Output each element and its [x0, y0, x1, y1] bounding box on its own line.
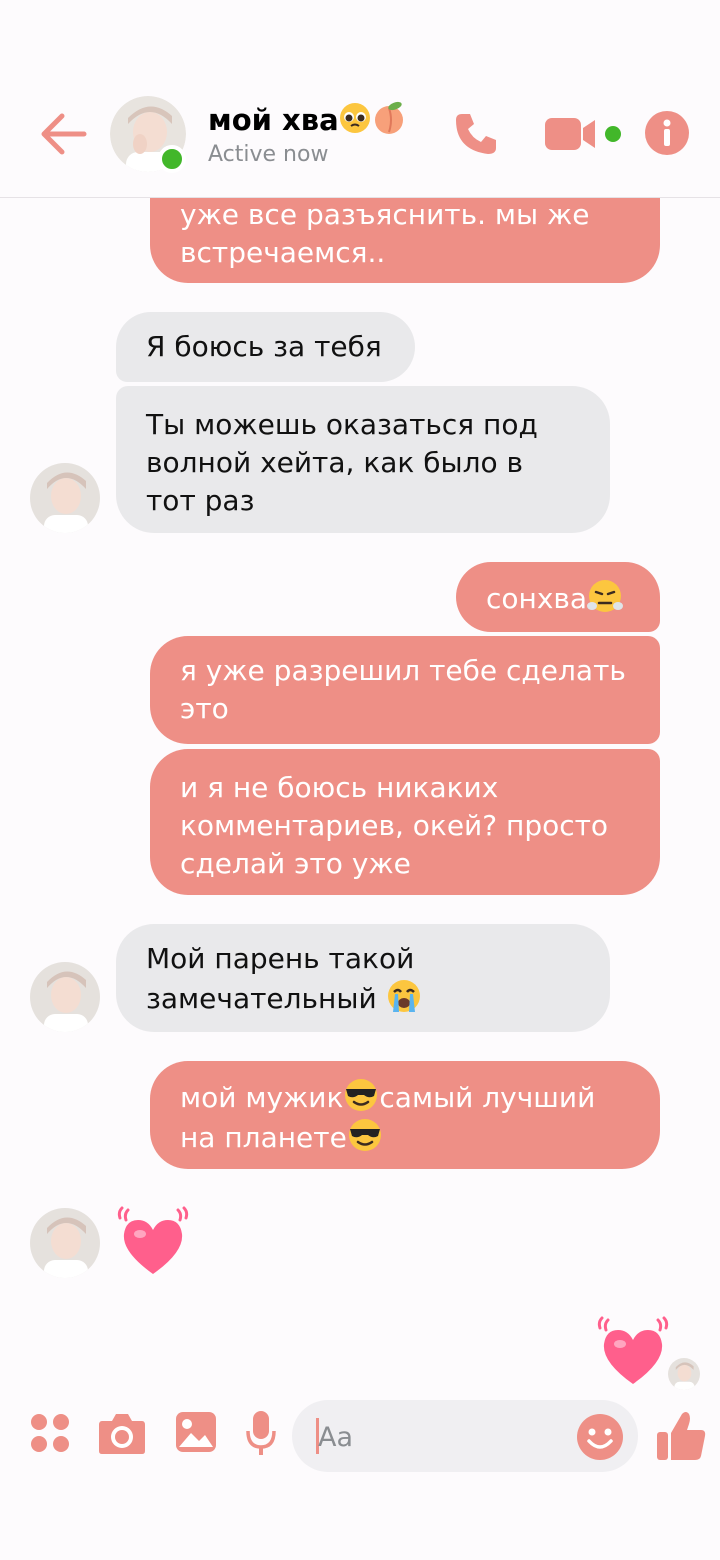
sunglasses-face-emoji: [345, 1079, 378, 1111]
contact-name[interactable]: мой хва: [208, 100, 407, 137]
phone-icon[interactable]: [452, 110, 500, 158]
back-arrow-icon[interactable]: [36, 110, 88, 158]
message-bubble-incoming[interactable]: Мой парень такой замечательный: [116, 924, 610, 1032]
contact-avatar-small[interactable]: [30, 962, 100, 1032]
contact-avatar-small[interactable]: [30, 463, 100, 533]
message-bubble-incoming[interactable]: Я боюсь за тебя: [116, 312, 415, 382]
menu-dots-icon[interactable]: [30, 1413, 70, 1453]
gallery-icon[interactable]: [175, 1411, 217, 1453]
pleading-face-emoji: [339, 103, 370, 133]
chat-header: мой хва Active now: [0, 0, 720, 198]
message-bubble-outgoing[interactable]: сонхва: [456, 562, 660, 632]
seen-receipt-avatar: [668, 1358, 700, 1390]
emoji-icon[interactable]: [576, 1413, 624, 1461]
message-input-placeholder: Aa: [318, 1422, 354, 1453]
microphone-icon[interactable]: [245, 1409, 277, 1457]
growing-heart-emoji-outgoing[interactable]: [596, 1316, 670, 1390]
contact-avatar-small[interactable]: [30, 1208, 100, 1278]
message-bubble-outgoing[interactable]: я уже разрешил тебе сделать это: [150, 636, 660, 744]
huffing-face-emoji: [587, 580, 624, 612]
loudly-crying-face-emoji: [387, 980, 420, 1012]
camera-icon[interactable]: [98, 1411, 146, 1455]
info-icon[interactable]: [644, 110, 690, 156]
sunglasses-face-emoji: [348, 1119, 381, 1151]
peach-emoji: [374, 101, 403, 134]
video-camera-icon[interactable]: [545, 114, 625, 154]
message-bubble-outgoing[interactable]: и я не боюсь никаких комментариев, окей?…: [150, 749, 660, 895]
thumbs-up-icon[interactable]: [656, 1410, 706, 1462]
message-bubble-outgoing[interactable]: мой мужик самый лучший на планете: [150, 1061, 660, 1169]
online-status-dot: [158, 145, 186, 173]
growing-heart-emoji-incoming[interactable]: [116, 1206, 190, 1280]
active-status: Active now: [208, 142, 329, 167]
message-bubble-incoming[interactable]: Ты можешь оказаться под волной хейта, ка…: [116, 386, 610, 533]
